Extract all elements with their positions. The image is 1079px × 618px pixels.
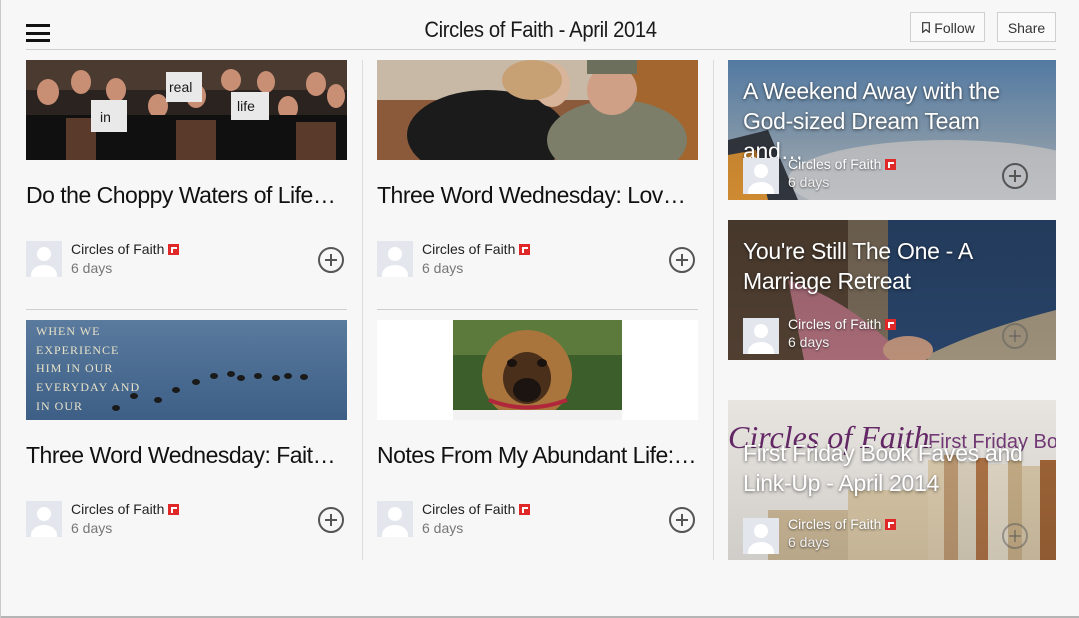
add-to-magazine-button[interactable]: [669, 507, 695, 533]
svg-text:IN OUR: IN OUR: [36, 399, 83, 413]
flipboard-icon: [519, 504, 531, 515]
post-age: 6 days: [71, 260, 113, 276]
follow-label: Follow: [934, 20, 975, 36]
tile-title[interactable]: First Friday Book Faves and Link-Up - Ap…: [743, 438, 1043, 498]
article-image[interactable]: [377, 320, 698, 420]
tile-title[interactable]: You're Still The One - A Marriage Retrea…: [743, 236, 1043, 296]
article-meta: Circles of Faith 6 days: [743, 316, 1053, 354]
svg-text:EVERYDAY AND: EVERYDAY AND: [36, 380, 140, 394]
article-image[interactable]: [377, 60, 698, 160]
post-age: 6 days: [422, 520, 464, 536]
article-meta: Circles of Faith 6 days: [377, 241, 698, 281]
featured-article-tile[interactable]: A Weekend Away with the God-sized Dream …: [728, 60, 1056, 200]
author-name[interactable]: Circles of Faith: [788, 516, 897, 532]
featured-article-tile[interactable]: You're Still The One - A Marriage Retrea…: [728, 220, 1056, 360]
avatar[interactable]: [743, 318, 779, 354]
article-meta: Circles of Faith 6 days: [26, 241, 347, 281]
image-caption: WHEN WE: [36, 324, 100, 338]
article-meta: Circles of Faith 6 days: [743, 516, 1053, 554]
article-image[interactable]: in real life: [26, 60, 347, 160]
card-divider: [377, 309, 698, 310]
tile-title[interactable]: A Weekend Away with the God-sized Dream …: [743, 76, 1043, 166]
add-to-magazine-button[interactable]: [1002, 323, 1028, 349]
author-name[interactable]: Circles of Faith: [788, 316, 897, 332]
author-name[interactable]: Circles of Faith: [71, 501, 180, 517]
add-to-magazine-button[interactable]: [318, 507, 344, 533]
featured-article-tile[interactable]: Circles of Faith First Friday Bo First F…: [728, 400, 1056, 560]
article-title[interactable]: Three Word Wednesday: Faith ~…: [26, 442, 347, 469]
avatar[interactable]: [26, 241, 62, 277]
card-divider: [26, 309, 347, 310]
flipboard-icon: [885, 159, 897, 170]
author-name[interactable]: Circles of Faith: [788, 156, 897, 172]
avatar[interactable]: [377, 241, 413, 277]
share-button[interactable]: Share: [997, 12, 1056, 42]
top-bar: Circles of Faith - April 2014 Follow Sha…: [1, 0, 1079, 60]
header-divider: [26, 49, 1056, 50]
flipboard-icon: [168, 504, 180, 515]
sign-real-text: real: [169, 79, 192, 95]
article-title[interactable]: Notes From My Abundant Life:…: [377, 442, 698, 469]
article-title[interactable]: Three Word Wednesday: Love is…: [377, 182, 698, 209]
article-meta: Circles of Faith 6 days: [26, 501, 347, 541]
article-meta: Circles of Faith 6 days: [377, 501, 698, 541]
article-title[interactable]: Do the Choppy Waters of Life…: [26, 182, 347, 209]
flipboard-icon: [168, 244, 180, 255]
add-to-magazine-button[interactable]: [669, 247, 695, 273]
article-image[interactable]: WHEN WE EXPERIENCE HIM IN OUR EVERYDAY A…: [26, 320, 347, 420]
page-title: Circles of Faith - April 2014: [424, 17, 657, 42]
sign-in-text: in: [100, 109, 111, 125]
post-age: 6 days: [422, 260, 464, 276]
add-to-magazine-button[interactable]: [1002, 163, 1028, 189]
follow-button[interactable]: Follow: [910, 12, 985, 42]
post-age: 6 days: [71, 520, 113, 536]
post-age: 6 days: [788, 534, 830, 550]
avatar[interactable]: [743, 158, 779, 194]
flipboard-icon: [519, 244, 531, 255]
avatar[interactable]: [743, 518, 779, 554]
author-name[interactable]: Circles of Faith: [71, 241, 180, 257]
column-divider: [362, 60, 363, 560]
sign-life-text: life: [237, 98, 255, 114]
flipboard-icon: [885, 319, 897, 330]
add-to-magazine-button[interactable]: [318, 247, 344, 273]
svg-text:HIM IN OUR: HIM IN OUR: [36, 361, 113, 375]
avatar[interactable]: [377, 501, 413, 537]
add-to-magazine-button[interactable]: [1002, 523, 1028, 549]
svg-text:EXPERIENCE: EXPERIENCE: [36, 343, 119, 357]
article-meta: Circles of Faith 6 days: [743, 156, 1053, 194]
column-divider: [713, 60, 714, 560]
author-name[interactable]: Circles of Faith: [422, 241, 531, 257]
bookmark-icon: [922, 22, 930, 33]
post-age: 6 days: [788, 334, 830, 350]
avatar[interactable]: [26, 501, 62, 537]
author-name[interactable]: Circles of Faith: [422, 501, 531, 517]
flipboard-icon: [885, 519, 897, 530]
post-age: 6 days: [788, 174, 830, 190]
